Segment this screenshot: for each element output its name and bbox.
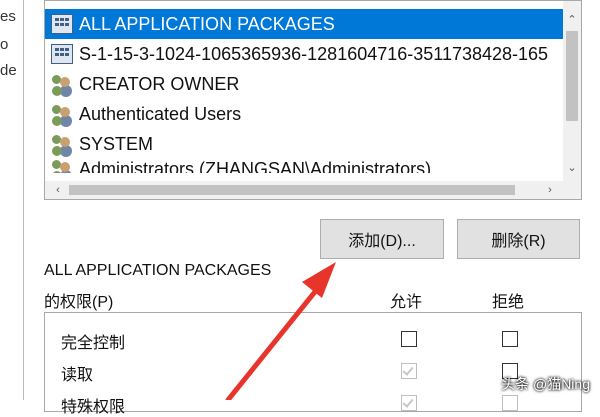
list-item-label: SYSTEM bbox=[79, 133, 154, 154]
list-item-label: ALL APPLICATION PACKAGES bbox=[79, 13, 335, 34]
users-icon bbox=[51, 104, 73, 124]
package-icon bbox=[51, 44, 73, 64]
add-button[interactable]: 添加(D)... bbox=[320, 219, 444, 259]
edge-text: de bbox=[0, 62, 17, 79]
deny-checkbox[interactable] bbox=[502, 331, 518, 347]
check-icon bbox=[402, 396, 414, 408]
deny-column-header: 拒绝 bbox=[492, 294, 525, 311]
list-item[interactable]: S-1-15-3-1024-1065365936-1281604716-3511… bbox=[45, 39, 565, 69]
permissions-title: ALL APPLICATION PACKAGES bbox=[44, 262, 272, 279]
list-item[interactable]: Administrators (ZHANGSAN\Administrators) bbox=[45, 159, 565, 173]
list-item-label: S-1-15-3-1024-1065365936-1281604716-3511… bbox=[79, 43, 549, 64]
deny-checkbox[interactable] bbox=[502, 395, 518, 411]
check-icon bbox=[402, 364, 414, 376]
users-icon bbox=[51, 134, 73, 154]
background-window-edge: es o de bbox=[0, 0, 24, 400]
users-icon bbox=[51, 159, 73, 173]
permission-name: 完全控制 bbox=[61, 335, 126, 352]
remove-button[interactable]: 删除(R) bbox=[457, 219, 580, 259]
users-icon bbox=[51, 74, 73, 94]
permissions-table: 完全控制 读取 特殊权限 bbox=[44, 312, 582, 416]
permission-row: 完全控制 bbox=[45, 323, 581, 353]
list-item[interactable]: CREATOR OWNER bbox=[45, 69, 565, 99]
list-item-label: CREATOR OWNER bbox=[79, 73, 240, 94]
scrollbar-thumb[interactable] bbox=[566, 31, 578, 121]
list-item[interactable]: ALL APPLICATION PACKAGES bbox=[45, 9, 565, 39]
list-item[interactable]: Authenticated Users bbox=[45, 99, 565, 129]
allow-column-header: 允许 bbox=[390, 294, 423, 311]
vertical-scrollbar[interactable]: ⌃ ⌄ bbox=[563, 1, 581, 181]
list-item-label: Authenticated Users bbox=[79, 103, 242, 124]
allow-checkbox[interactable] bbox=[401, 331, 417, 347]
scroll-up-icon[interactable]: ⌃ bbox=[563, 11, 581, 29]
scroll-left-icon[interactable]: ‹ bbox=[49, 181, 67, 199]
principal-list[interactable]: ALL APPLICATION PACKAGES S-1-15-3-1024-1… bbox=[44, 0, 582, 200]
watermark: 头条 @猫Ning bbox=[501, 376, 590, 392]
allow-checkbox[interactable] bbox=[401, 395, 417, 411]
edge-text: es bbox=[0, 8, 16, 25]
scrollbar-thumb[interactable] bbox=[69, 185, 515, 195]
permissions-subtitle: 的权限(P) bbox=[44, 294, 114, 311]
list-item-label: Administrators (ZHANGSAN\Administrators) bbox=[79, 159, 432, 173]
package-icon bbox=[51, 14, 73, 34]
edge-text: o bbox=[0, 36, 9, 53]
scroll-right-icon[interactable]: › bbox=[541, 181, 559, 199]
scroll-down-icon[interactable]: ⌄ bbox=[563, 159, 581, 177]
permission-name: 读取 bbox=[61, 367, 94, 384]
permission-name: 特殊权限 bbox=[61, 399, 126, 416]
list-item[interactable]: SYSTEM bbox=[45, 129, 565, 159]
horizontal-scrollbar[interactable]: ‹ › bbox=[45, 181, 581, 199]
allow-checkbox[interactable] bbox=[401, 363, 417, 379]
